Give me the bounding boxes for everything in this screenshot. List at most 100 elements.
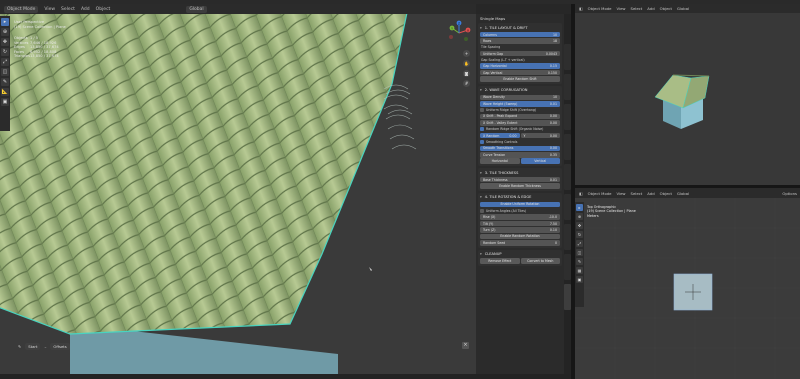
scale-tool-icon[interactable]: ⤢ [1, 58, 9, 66]
rows-field[interactable]: Rows 18 [480, 38, 560, 44]
random-ridge-pair: X Random 0.00 Y 0.00 [480, 132, 560, 139]
gap-vertical-field[interactable]: Gap Vertical 0.150 [480, 69, 560, 76]
add-cube-tool-icon[interactable]: ▣ [1, 98, 9, 106]
uniform-rotation-button[interactable]: Enable Uniform Rotation [480, 201, 560, 208]
menu-add[interactable]: Add [81, 7, 90, 12]
section-header[interactable]: ▾ 1. TILE LAYOUT & DRIFT [480, 24, 560, 31]
sidebar-tab-quick[interactable] [564, 254, 571, 280]
uniform-angles-checkbox[interactable]: Uniform Angles (All Tiles) [480, 208, 560, 214]
transform-tool-icon[interactable]: ◫ [1, 68, 9, 76]
camera-viewport[interactable]: ◧ Object Mode View Select Add Object Glo… [575, 4, 800, 185]
menu-view[interactable]: View [44, 7, 55, 12]
section-header[interactable]: ▾ 3. TILE THICKNESS [480, 169, 560, 176]
roof-render [0, 7, 417, 374]
select-tool-icon[interactable]: ▸ [1, 18, 9, 26]
footer-offsets[interactable]: Offsets [50, 342, 70, 350]
close-icon[interactable]: × [462, 342, 469, 349]
tab-vertical[interactable]: Vertical [520, 158, 560, 165]
select-tool-icon[interactable]: ▸ [576, 204, 583, 211]
sidebar-vertical-tabs [564, 14, 571, 374]
blender-window: Object Mode View Select Add Object Globa… [0, 0, 800, 379]
collection-name: (19) Scene Collection | Plane [14, 24, 66, 29]
convert-to-mesh-button[interactable]: Convert to Mesh [520, 258, 560, 264]
add-cube-tool-icon[interactable]: ▣ [576, 276, 583, 283]
rotate-tool-icon[interactable]: ↻ [1, 48, 9, 56]
section-header[interactable]: ▾ 4. TILE ROTATION & EDGE [480, 194, 560, 201]
annotate-tool-icon[interactable]: ✎ [576, 258, 583, 265]
random-ridge-checkbox[interactable]: Random Ridge Shift (Organic Noise) [480, 126, 560, 132]
smoothing-checkbox[interactable]: Smoothing Controls [480, 139, 560, 145]
x-random-field[interactable]: X Random 0.00 [480, 132, 520, 139]
camera-icon[interactable]: ◙ [463, 70, 470, 77]
svg-text:Z: Z [458, 21, 460, 25]
random-seed-field[interactable]: Random Seed 0 [480, 239, 560, 246]
main-3d-viewport[interactable]: Object Mode View Select Add Object Globa… [0, 4, 476, 374]
random-shift-button[interactable]: Enable Random Shift [480, 76, 560, 82]
view-nav-buttons: + ✋ ◙ # [463, 50, 470, 87]
sidebar-tab-item[interactable] [564, 44, 571, 70]
measure-tool-icon[interactable]: 📐 [1, 88, 9, 96]
status-bar [0, 374, 571, 379]
mode-dropdown[interactable]: Object Mode [4, 5, 39, 13]
sidebar-tab-view[interactable] [564, 104, 571, 130]
transform-orientation-dropdown[interactable]: Global [186, 5, 207, 13]
sidebar-tab-animation[interactable] [564, 224, 571, 250]
chevron-down-icon: ▾ [480, 252, 482, 257]
panel-title: Shingle Maps [480, 15, 506, 21]
section-cleanup: ▾ CLEANUP Remove Effect Convert to Mesh [478, 249, 562, 266]
gap-horizontal-field[interactable]: Gap Horizontal 0.15 [480, 63, 560, 69]
scale-tool-icon[interactable]: ⤢ [576, 240, 583, 247]
sidebar-tab-create[interactable] [564, 164, 571, 190]
cursor-tool-icon[interactable]: ⊕ [576, 213, 583, 220]
sidebar-tab-shingles[interactable] [564, 284, 571, 310]
tab-horizontal[interactable]: Horizontal [480, 158, 520, 165]
transform-tool-icon[interactable]: ◫ [576, 249, 583, 256]
spacing-label: Tile Spacing [481, 45, 501, 50]
turn-field[interactable]: Turn (Z) 0.10 [480, 227, 560, 233]
base-thickness-field[interactable]: Base Thickness 0.01 [480, 176, 560, 183]
curve-tension-field[interactable]: Curve Tension 0.35 [480, 152, 560, 158]
footer-start[interactable]: Start [25, 342, 41, 350]
chevron-down-icon: ▾ [480, 195, 482, 200]
top-ortho-viewport[interactable]: ◧ Object Mode View Select Add Object Glo… [575, 188, 800, 379]
zoom-icon[interactable]: + [463, 50, 470, 57]
sidebar-tab-edit[interactable] [564, 134, 571, 160]
units-label: Meters [587, 213, 599, 218]
smooth-transitions-field[interactable]: Smooth Transitions 0.00 [480, 145, 560, 152]
move-tool-icon[interactable]: ✥ [1, 38, 9, 46]
uniform-gap-field[interactable]: Uniform Gap 0.0043 [480, 50, 560, 57]
pan-hand-icon[interactable]: ✋ [463, 60, 470, 67]
tilt-field[interactable]: Tilt (Y) 7.50 [480, 220, 560, 227]
columns-field[interactable]: Columns 10 [480, 31, 560, 38]
wave-height-field[interactable]: Wave Height (Sweep) 0.01 [480, 100, 560, 107]
menu-object[interactable]: Object [96, 7, 111, 12]
move-tool-icon[interactable]: ✥ [576, 222, 583, 229]
wave-density-field[interactable]: Wave Density 10 [480, 94, 560, 101]
section-header[interactable]: ▾ CLEANUP [480, 251, 560, 258]
viewport-header: Object Mode View Select Add Object Globa… [0, 4, 476, 14]
sidebar-tab-misc[interactable] [564, 194, 571, 220]
viewport-footer: ✎ Start – Offsets × [0, 340, 476, 352]
measure-tool-icon[interactable]: ▦ [576, 267, 583, 274]
peak-expand-field[interactable]: X Shift - Peak Expand 0.00 [480, 113, 560, 120]
valley-extent-field[interactable]: X Shift - Valley Extent 0.00 [480, 120, 560, 126]
checkbox-icon [480, 208, 484, 213]
annotate-tool-icon[interactable]: ✎ [1, 78, 9, 86]
rise-field[interactable]: Rise (X) -10.0 [480, 214, 560, 220]
svg-text:Y: Y [451, 26, 453, 30]
remove-effect-button[interactable]: Remove Effect [480, 258, 520, 264]
navigation-gizmo[interactable]: X Y Z [446, 20, 472, 46]
random-rotation-button[interactable]: Enable Random Rotation [480, 233, 560, 240]
random-thickness-button[interactable]: Enable Random Thickness [480, 183, 560, 189]
menu-select[interactable]: Select [61, 7, 75, 12]
section-header[interactable]: ▾ 2. WAVE CORRUGATION [480, 87, 560, 94]
stat-row: Triangles13,850 / 37,674 [14, 54, 59, 59]
y-random-field[interactable]: Y 0.00 [520, 132, 560, 139]
rotate-tool-icon[interactable]: ↻ [576, 231, 583, 238]
ridge-shift-checkbox[interactable]: Uniform Ridge Shift (Overhang) [480, 107, 560, 113]
footer-separator: – [44, 343, 47, 349]
grid-icon[interactable]: # [463, 80, 470, 87]
sidebar-tab-tool[interactable] [564, 74, 571, 100]
cursor-tool-icon[interactable]: ⊕ [1, 28, 9, 36]
footer-edit-icon[interactable]: ✎ [18, 344, 21, 349]
